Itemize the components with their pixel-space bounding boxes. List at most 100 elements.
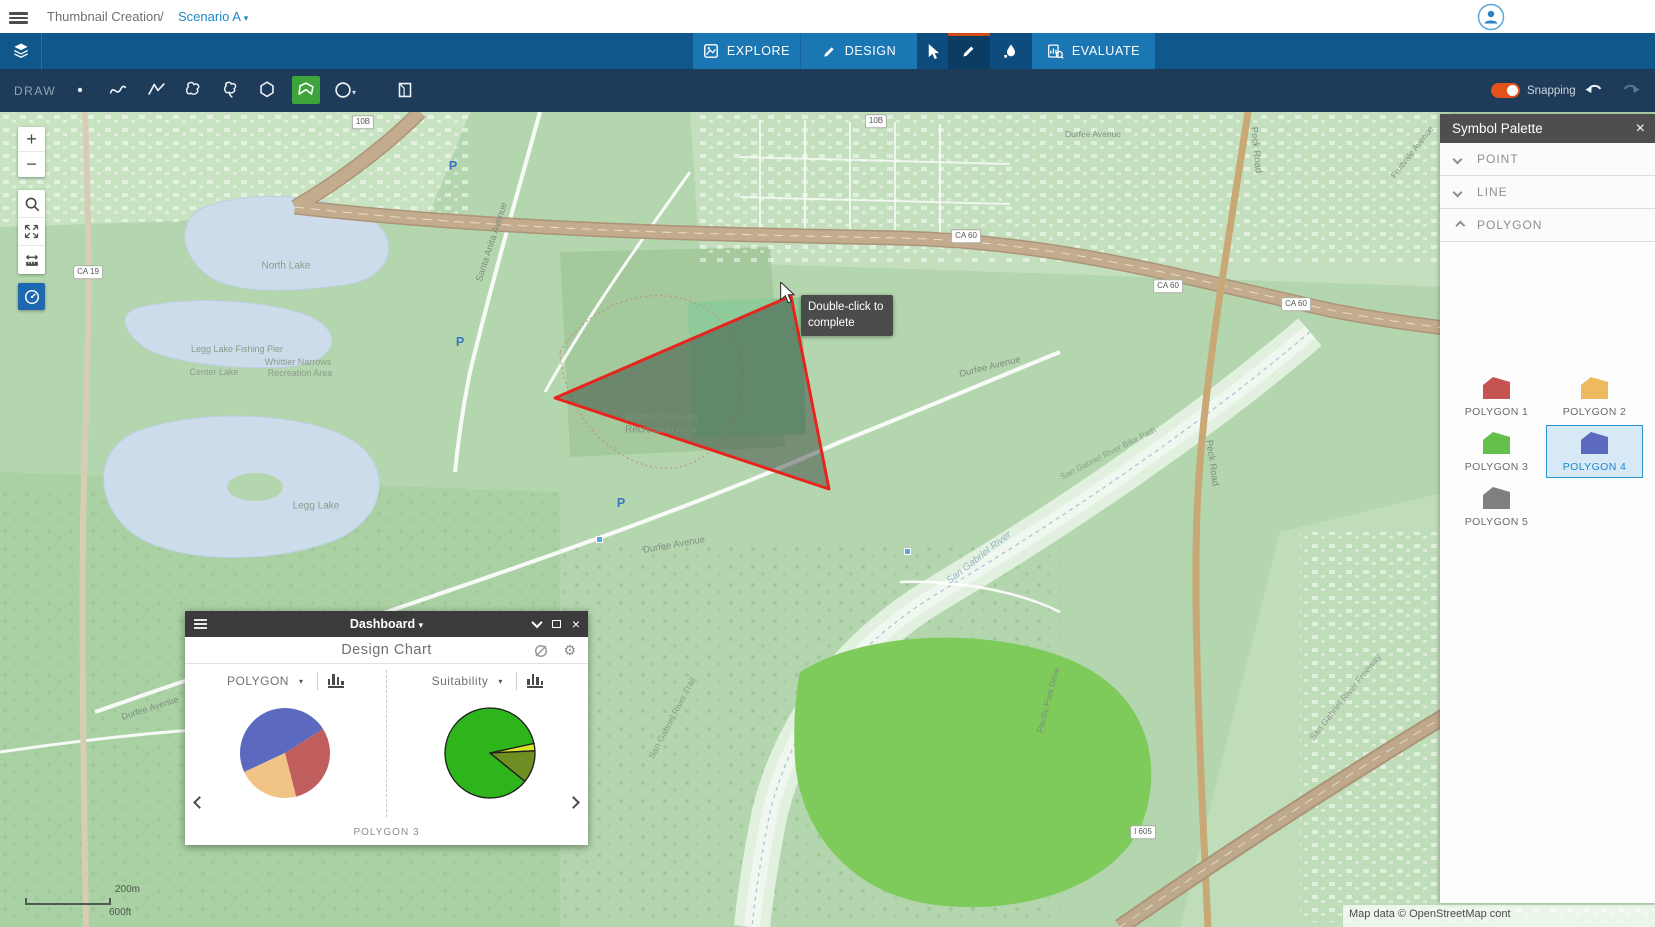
chevron-down-icon: ▾ [419, 620, 424, 630]
draw-mode-label: DRAW [14, 84, 56, 98]
swatch-polygon-4[interactable]: POLYGON 4 [1546, 425, 1643, 478]
explore-icon [703, 43, 719, 59]
tab-evaluate[interactable]: EVALUATE [1032, 33, 1155, 69]
swatch-polygon-2[interactable]: POLYGON 2 [1546, 370, 1643, 423]
autocomplete-polygon-tool[interactable] [292, 76, 320, 104]
palette-section-label: POLYGON [1477, 218, 1542, 232]
polygon-icon [256, 79, 278, 101]
dashboard-title[interactable]: Dashboard ▾ [185, 617, 588, 631]
point-icon [69, 79, 91, 101]
analysis-dashboard-button[interactable] [18, 283, 45, 310]
rectangle-tool[interactable] [391, 76, 419, 104]
map-tool-controls [18, 190, 45, 274]
polygon-tool[interactable] [253, 76, 281, 104]
divider [317, 672, 318, 690]
swatch-polygon-1[interactable]: POLYGON 1 [1448, 370, 1545, 423]
scale-bar: 200m 600ft [25, 884, 165, 920]
swatch-label: POLYGON 1 [1465, 406, 1529, 418]
pie-chart-polygon[interactable] [237, 705, 333, 806]
zoom-in-button[interactable]: + [18, 127, 45, 152]
freehand-line-icon [107, 79, 129, 101]
polygon-swatch-icon [1578, 430, 1612, 456]
route-shield: I 605 [1130, 825, 1156, 839]
breadcrumb-scenario[interactable]: Scenario A ▾ [178, 9, 248, 24]
palette-section-line[interactable]: LINE [1440, 176, 1655, 209]
route-shield: CA 19 [73, 265, 103, 279]
user-avatar[interactable] [1477, 3, 1505, 31]
parking-icon: P [449, 159, 457, 173]
symbol-palette-title: Symbol Palette [1452, 121, 1636, 136]
search-button[interactable] [18, 190, 45, 218]
dashboard-subheader: Design Chart ⚙ [185, 637, 588, 664]
select-tool-button[interactable] [917, 33, 948, 69]
redo-button[interactable] [1621, 80, 1643, 102]
redo-icon [1621, 80, 1641, 98]
chart-type-icon[interactable] [328, 674, 344, 688]
freehand-line-tool[interactable] [104, 76, 132, 104]
dashboard-header[interactable]: Dashboard ▾ × [185, 611, 588, 637]
gear-icon[interactable]: ⚙ [563, 644, 576, 658]
palette-section-label: LINE [1477, 185, 1508, 199]
pie-chart-suitability[interactable] [442, 705, 538, 806]
draw-tooltip: Double-click to complete [801, 295, 893, 336]
pencil-icon [822, 44, 837, 59]
chevron-down-icon[interactable]: ▾ [299, 677, 303, 686]
palette-section-label: POINT [1477, 152, 1519, 166]
collapse-icon[interactable] [531, 617, 542, 628]
palette-section-polygon[interactable]: POLYGON [1440, 209, 1655, 242]
swatch-polygon-3[interactable]: POLYGON 3 [1448, 425, 1545, 478]
swatch-polygon-5[interactable]: POLYGON 5 [1448, 480, 1545, 533]
undo-button[interactable] [1584, 80, 1606, 102]
parking-icon: P [456, 335, 464, 349]
gauge-icon [23, 288, 41, 306]
palette-section-point[interactable]: POINT [1440, 143, 1655, 176]
undo-icon [1584, 80, 1604, 98]
dashboard-body: POLYGON ▾ Suitability ▾ [185, 664, 588, 845]
map-viewport[interactable]: North LakeLegg Lake Fishing PierWhittier… [0, 112, 1655, 927]
freehand-polygon-tool[interactable] [179, 76, 207, 104]
polygon-swatch-icon [1480, 375, 1514, 401]
chart-type-icon[interactable] [527, 674, 543, 688]
fill-tool-button[interactable] [990, 33, 1032, 69]
close-icon[interactable]: × [572, 617, 580, 631]
chart2-field-dropdown[interactable]: Suitability [432, 674, 489, 688]
visibility-off-icon[interactable] [533, 643, 549, 659]
maximize-icon[interactable] [552, 620, 561, 628]
dashboard-menu-icon[interactable] [194, 619, 207, 631]
chevron-down-icon[interactable]: ▾ [498, 677, 502, 686]
zoom-controls: + − [18, 127, 45, 177]
route-shield: CA 60 [1281, 297, 1311, 311]
polyline-tool[interactable] [143, 76, 171, 104]
sketch-tool-button[interactable] [948, 33, 990, 69]
measure-icon [23, 251, 41, 269]
snapping-toggle[interactable] [1491, 83, 1520, 98]
circle-tool-dropdown-caret[interactable]: ▾ [352, 88, 356, 97]
autocomplete-polygon-icon [295, 79, 317, 101]
close-icon[interactable]: × [1636, 121, 1645, 137]
layers-button[interactable] [0, 33, 42, 69]
menu-icon[interactable] [9, 12, 28, 23]
map-attribution: Map data © OpenStreetMap cont [1343, 905, 1655, 927]
tab-design[interactable]: DESIGN [800, 33, 917, 69]
chart-panel-2: Suitability ▾ [387, 664, 588, 845]
chart1-field-dropdown[interactable]: POLYGON [227, 674, 289, 688]
point-tool[interactable] [66, 76, 94, 104]
search-icon [23, 195, 41, 213]
zoom-out-button[interactable]: − [18, 152, 45, 177]
full-extent-button[interactable] [18, 218, 45, 246]
tab-explore[interactable]: EXPLORE [693, 33, 800, 69]
evaluate-icon [1047, 43, 1064, 60]
lasso-polygon-tool[interactable] [216, 76, 244, 104]
dashboard-caption: POLYGON 3 [185, 827, 588, 838]
divider [516, 672, 517, 690]
active-tab-indicator [948, 33, 990, 36]
layers-icon [11, 41, 31, 61]
breadcrumb-root[interactable]: Thumbnail Creation [47, 9, 160, 24]
pencil-icon [961, 43, 977, 59]
swatch-label: POLYGON 4 [1563, 461, 1627, 473]
chart-panel-1: POLYGON ▾ [185, 664, 386, 845]
measure-button[interactable] [18, 246, 45, 274]
chevron-down-icon [1453, 154, 1463, 164]
swatch-label: POLYGON 5 [1465, 516, 1529, 528]
circle-icon [332, 79, 354, 101]
